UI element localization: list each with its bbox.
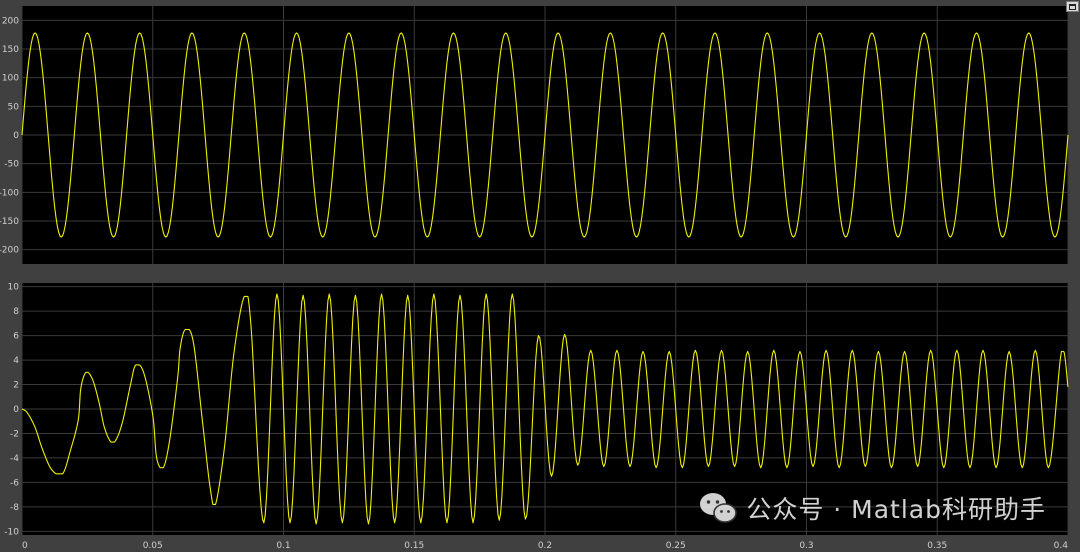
wechat-icon xyxy=(700,493,738,523)
y-tick-label: 2 xyxy=(13,381,19,391)
x-tick-label: 0.15 xyxy=(404,541,424,551)
y-tick-label: -2 xyxy=(10,429,19,439)
x-tick-label: 0.3 xyxy=(799,541,813,551)
y-tick-label: 200 xyxy=(2,16,19,26)
y-tick-label: -50 xyxy=(4,160,19,170)
x-tick-label: 0 xyxy=(22,541,28,551)
y-tick-label: 6 xyxy=(13,332,19,342)
watermark-text: 公众号 · Matlab科研助手 xyxy=(746,495,1046,524)
x-tick-label: 0.35 xyxy=(927,541,947,551)
watermark: 公众号 · Matlab科研助手 xyxy=(698,490,1046,526)
y-tick-label: 4 xyxy=(13,356,19,366)
y-tick-label: -4 xyxy=(10,454,19,464)
y-tick-label: 10 xyxy=(8,283,20,293)
y-tick-label: 0 xyxy=(13,405,19,415)
y-tick-label: 0 xyxy=(13,131,19,141)
x-tick-label: 0.05 xyxy=(143,541,163,551)
y-tick-label: 8 xyxy=(13,307,19,317)
y-tick-label: -100 xyxy=(0,188,19,198)
y-tick-label: -6 xyxy=(10,478,19,488)
x-tick-label: 0.25 xyxy=(666,541,686,551)
x-tick-label: 0.4 xyxy=(1054,541,1069,551)
y-tick-label: -200 xyxy=(0,246,19,256)
y-tick-label: 50 xyxy=(8,102,20,112)
y-tick-label: -150 xyxy=(0,217,19,227)
x-tick-label: 0.2 xyxy=(538,541,552,551)
y-tick-label: 100 xyxy=(2,74,19,84)
scope-figure: 200150100500-50-100-150-2001086420-2-4-6… xyxy=(0,6,1069,551)
y-tick-label: -8 xyxy=(10,503,19,513)
x-tick-label: 0.1 xyxy=(276,541,290,551)
y-tick-label: -10 xyxy=(4,527,19,537)
restore-axes-button[interactable] xyxy=(1066,1,1079,12)
y-tick-label: 150 xyxy=(2,45,19,55)
